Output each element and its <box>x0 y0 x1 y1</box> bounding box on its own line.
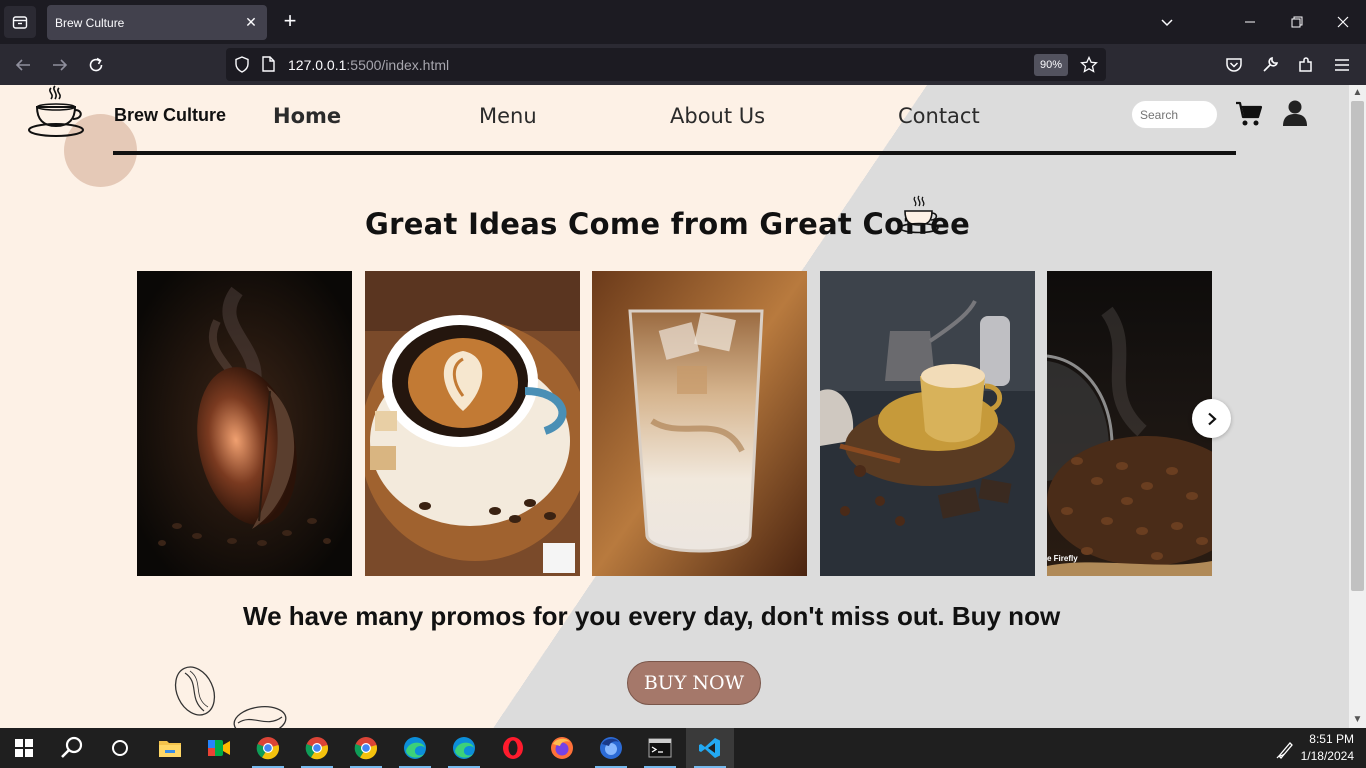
shopping-cart-icon[interactable] <box>1235 101 1263 127</box>
slide-latte-art-cup[interactable] <box>365 271 580 576</box>
coffee-cup-logo-icon[interactable] <box>25 85 85 141</box>
opera-icon[interactable] <box>489 728 537 768</box>
minimize-icon[interactable] <box>1236 8 1264 36</box>
firefox-icon[interactable] <box>538 728 586 768</box>
page-scrollbar[interactable]: ▲ ▼ <box>1349 85 1366 728</box>
coffee-bean-doodle-icon <box>233 706 287 728</box>
chrome-icon[interactable] <box>244 728 292 768</box>
browser-tab[interactable]: Brew Culture ✕ <box>47 5 267 40</box>
chevron-right-icon <box>1207 412 1217 425</box>
slide-watermark-text: e Firefly <box>1047 554 1078 563</box>
pocket-icon[interactable] <box>1221 52 1247 78</box>
nav-link-home[interactable]: Home <box>273 104 341 128</box>
coffee-bean-doodle-icon <box>174 666 216 716</box>
bookmark-star-icon[interactable] <box>1080 56 1098 74</box>
firefox-developer-icon[interactable] <box>587 728 635 768</box>
system-clock[interactable]: 8:51 PM 1/18/2024 <box>1301 731 1354 765</box>
wrench-icon[interactable] <box>1257 52 1283 78</box>
file-explorer-icon[interactable] <box>146 728 194 768</box>
page-icon[interactable] <box>262 56 275 72</box>
close-window-icon[interactable] <box>1329 8 1357 36</box>
image-slider[interactable]: e Firefly <box>137 271 1212 576</box>
slide-coffee-with-spices[interactable] <box>820 271 1035 576</box>
shield-icon[interactable] <box>234 56 250 73</box>
back-icon[interactable] <box>10 52 36 78</box>
hamburger-menu-icon[interactable] <box>1329 52 1355 78</box>
restore-icon[interactable] <box>1283 8 1311 36</box>
nav-link-menu[interactable]: Menu <box>479 104 537 128</box>
list-all-tabs-icon[interactable] <box>1153 8 1181 36</box>
chrome-icon[interactable] <box>342 728 390 768</box>
reload-icon[interactable] <box>83 52 109 78</box>
new-tab-button[interactable]: + <box>278 10 302 34</box>
brand-name[interactable]: Brew Culture <box>114 105 226 126</box>
forward-icon[interactable] <box>47 52 73 78</box>
slide-spilled-coffee-beans[interactable]: e Firefly <box>1047 271 1212 576</box>
pen-ink-icon[interactable] <box>1276 739 1296 759</box>
edge-icon[interactable] <box>391 728 439 768</box>
vscode-icon[interactable] <box>686 728 734 768</box>
scroll-down-icon[interactable]: ▼ <box>1352 714 1363 725</box>
search-input[interactable] <box>1131 100 1218 129</box>
nav-link-about-us[interactable]: About Us <box>670 104 765 128</box>
tab-list-button[interactable] <box>4 6 36 38</box>
promo-text: We have many promos for you every day, d… <box>243 601 1061 631</box>
slide-coffee-bean-smoke[interactable] <box>137 271 352 576</box>
edge-icon[interactable] <box>440 728 488 768</box>
slider-next-button[interactable] <box>1192 399 1231 438</box>
coffee-cup-icon <box>899 195 939 234</box>
scrollbar-thumb[interactable] <box>1351 101 1364 591</box>
slide-iced-coffee[interactable] <box>592 271 807 576</box>
clock-date: 1/18/2024 <box>1300 749 1354 763</box>
start-icon[interactable] <box>0 728 48 768</box>
search-icon[interactable] <box>48 728 96 768</box>
tab-close-icon[interactable]: ✕ <box>243 14 259 30</box>
windows-taskbar: 8:51 PM 1/18/2024 <box>0 728 1366 768</box>
tab-title: Brew Culture <box>55 15 125 30</box>
browser-navbar: 127.0.0.1:5500/index.html 90% <box>0 44 1366 85</box>
url-bar[interactable]: 127.0.0.1:5500/index.html 90% <box>226 48 1106 81</box>
browser-tabstrip: Brew Culture ✕ + <box>0 0 1366 44</box>
terminal-icon[interactable] <box>636 728 684 768</box>
extensions-icon[interactable] <box>1293 52 1319 78</box>
nav-link-contact[interactable]: Contact <box>898 104 980 128</box>
nav-underline <box>113 151 1236 155</box>
url-host: 127.0.0.1 <box>288 57 347 73</box>
zoom-level[interactable]: 90% <box>1034 54 1068 76</box>
user-account-icon[interactable] <box>1282 99 1308 127</box>
clock-time: 8:51 PM <box>1309 732 1354 746</box>
buy-now-button[interactable]: BUY NOW <box>627 661 761 705</box>
chrome-icon[interactable] <box>293 728 341 768</box>
scroll-up-icon[interactable]: ▲ <box>1352 87 1363 98</box>
task-view-icon[interactable] <box>96 728 144 768</box>
url-text[interactable]: 127.0.0.1:5500/index.html <box>288 57 449 73</box>
hero-headline: Great Ideas Come from Great Coffee <box>365 207 971 241</box>
url-path: :5500/index.html <box>346 57 450 73</box>
tab-list-icon <box>12 16 28 29</box>
google-meet-icon[interactable] <box>195 728 243 768</box>
page-viewport: Brew Culture Home Menu About Us Contact … <box>0 85 1349 728</box>
